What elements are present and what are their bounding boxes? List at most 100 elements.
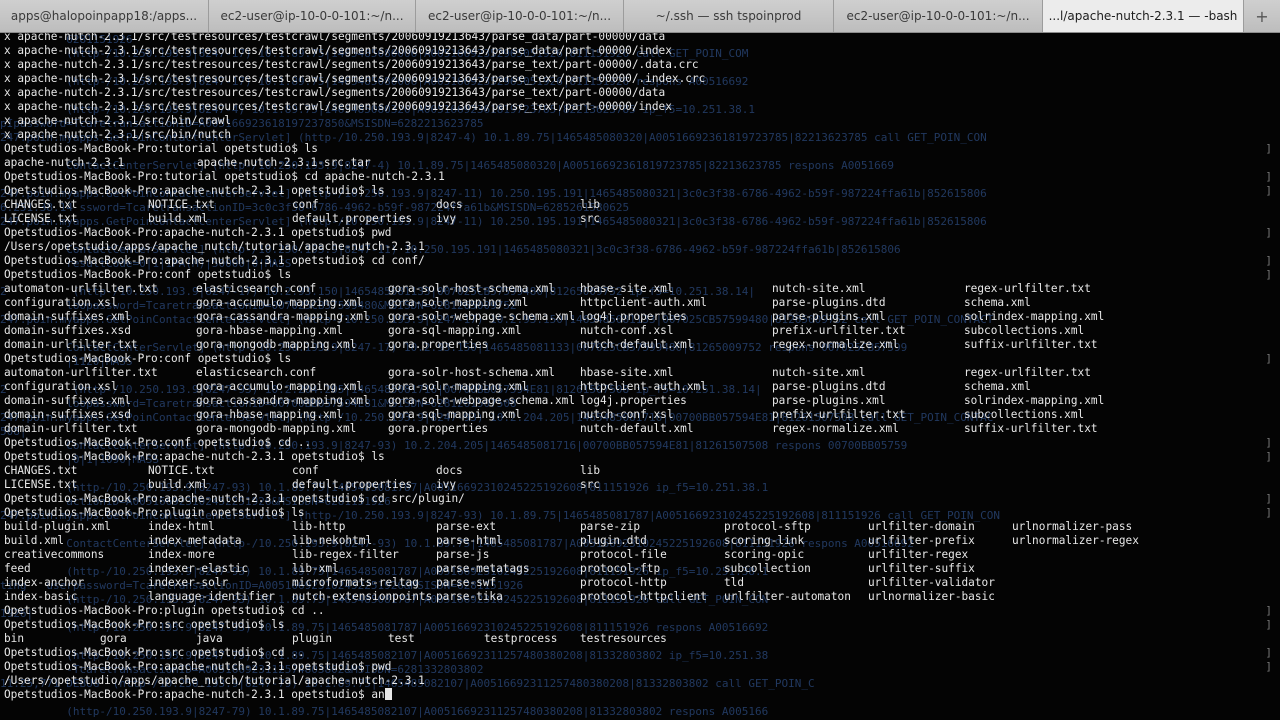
tab-1[interactable]: apps@halopoinpapp18:/apps... bbox=[0, 0, 209, 32]
prompt-line: Opetstudios-MacBook-Pro:conf opetstudio$… bbox=[4, 436, 1278, 450]
file-entry: subcollections.xml bbox=[964, 408, 1085, 421]
text-cursor bbox=[384, 688, 392, 700]
output-line: x apache-nutch-2.3.1/src/testresources/t… bbox=[4, 100, 672, 113]
tab-2[interactable]: ec2-user@ip-10-0-0-101:~/n... bbox=[209, 0, 416, 32]
file-entry: build.xml bbox=[4, 534, 65, 547]
tab-bar: apps@halopoinpapp18:/apps... ec2-user@ip-… bbox=[0, 0, 1280, 33]
file-entry: domain-suffixes.xml bbox=[4, 394, 131, 407]
file-entry: gora-solr-host-schema.xml bbox=[388, 282, 555, 295]
file-entry: NOTICE.txt bbox=[148, 464, 215, 477]
file-entry: urlnormalizer-pass bbox=[1012, 520, 1133, 533]
ls-output-row: LICENSE.txt build.xml default.properties iv… bbox=[4, 478, 1278, 492]
file-entry: gora-accumulo-mapping.xml bbox=[196, 296, 363, 309]
file-entry: protocol-httpclient bbox=[580, 590, 707, 603]
file-entry: solrindex-mapping.xml bbox=[964, 394, 1105, 407]
file-entry: urlfilter-suffix bbox=[868, 562, 975, 575]
file-entry: automaton-urlfilter.txt bbox=[4, 366, 158, 379]
file-entry: lib-http bbox=[292, 520, 346, 533]
prompt-line: Opetstudios-MacBook-Pro:conf opetstudio$… bbox=[4, 268, 1278, 282]
file-entry: docs bbox=[436, 198, 463, 211]
file-entry: urlfilter-validator bbox=[868, 576, 995, 589]
file-entry: domain-suffixes.xml bbox=[4, 310, 131, 323]
file-entry: src bbox=[580, 212, 601, 225]
command-input-line[interactable]: Opetstudios-MacBook-Pro:apache-nutch-2.3… bbox=[4, 688, 1278, 702]
file-entry: elasticsearch.conf bbox=[196, 282, 317, 295]
ls-output-row: LICENSE.txt build.xml default.properties iv… bbox=[4, 212, 1278, 226]
tab-5[interactable]: ec2-user@ip-10-0-0-101:~/n... bbox=[834, 0, 1043, 32]
file-entry: gora-solr-webpage-schema.xml bbox=[388, 394, 576, 407]
file-entry: docs bbox=[436, 464, 463, 477]
line-mark: ] bbox=[1265, 226, 1272, 239]
file-entry: lib bbox=[580, 464, 601, 477]
file-entry: hbase-site.xml bbox=[580, 366, 674, 379]
ls-output-row: creativecommons index-more lib-regex-filte… bbox=[4, 548, 1278, 562]
ls-output-row: configuration.xsl gora-accumulo-mapping.x… bbox=[4, 380, 1278, 394]
prompt-text: Opetstudios-MacBook-Pro:conf opetstudio$… bbox=[4, 436, 312, 449]
line-mark: ] bbox=[1265, 142, 1272, 155]
file-entry: subcollection bbox=[724, 562, 811, 575]
ls-output-row: domain-suffixes.xml gora-cassandra-mappin… bbox=[4, 310, 1278, 324]
ls-output-row: configuration.xsl gora-accumulo-mapping.x… bbox=[4, 296, 1278, 310]
ls-output-row: CHANGES.txt NOTICE.txt conf docs lib bbox=[4, 198, 1278, 212]
ls-output-row: index-basic language-identifier nutch-exte… bbox=[4, 590, 1278, 604]
prompt-line: Opetstudios-MacBook-Pro:plugin opetstudi… bbox=[4, 604, 1278, 618]
file-entry: conf bbox=[292, 198, 319, 211]
file-entry: gora.properties bbox=[388, 422, 489, 435]
ls-output-row: domain-suffixes.xsd gora-hbase-mapping.xm… bbox=[4, 324, 1278, 338]
tab-label: ~/.ssh — ssh tspoinprod bbox=[655, 9, 802, 23]
file-entry: configuration.xsl bbox=[4, 380, 118, 393]
file-entry: conf bbox=[292, 464, 319, 477]
ls-output-row: build-plugin.xml index-html lib-http parse-… bbox=[4, 520, 1278, 534]
new-tab-button[interactable]: + bbox=[1244, 0, 1280, 32]
terminal-output: x apache-nutch-2.3.1/src/testresources/t… bbox=[4, 33, 1278, 702]
output-line: x apache-nutch-2.3.1/src/testresources/t… bbox=[4, 72, 706, 85]
file-entry: CHANGES.txt bbox=[4, 464, 78, 477]
file-entry: parse-metatags bbox=[436, 562, 530, 575]
tab-label: ec2-user@ip-10-0-0-101:~/n... bbox=[220, 9, 404, 23]
file-entry: protocol-file bbox=[580, 548, 667, 561]
file-entry: gora-sql-mapping.xml bbox=[388, 408, 522, 421]
tab-3[interactable]: ec2-user@ip-10-0-0-101:~/n... bbox=[416, 0, 624, 32]
file-entry: prefix-urlfilter.txt bbox=[772, 324, 906, 337]
file-entry: schema.xml bbox=[964, 380, 1031, 393]
prompt-text: Opetstudios-MacBook-Pro:plugin opetstudi… bbox=[4, 506, 305, 519]
prompt-line: Opetstudios-MacBook-Pro:apache-nutch-2.3… bbox=[4, 492, 1278, 506]
file-entry: urlfilter-prefix bbox=[868, 534, 975, 547]
file-entry: regex-urlfilter.txt bbox=[964, 366, 1091, 379]
prompt-line: Opetstudios-MacBook-Pro:conf opetstudio$… bbox=[4, 352, 1278, 366]
file-entry: suffix-urlfilter.txt bbox=[964, 422, 1098, 435]
file-entry: schema.xml bbox=[964, 296, 1031, 309]
file-entry: regex-normalize.xml bbox=[772, 422, 899, 435]
prompt-text: Opetstudios-MacBook-Pro:tutorial opetstu… bbox=[4, 142, 318, 155]
file-entry: httpclient-auth.xml bbox=[580, 296, 707, 309]
command-input[interactable]: Opetstudios-MacBook-Pro:apache-nutch-2.3… bbox=[4, 688, 385, 701]
file-entry: indexer-elastic bbox=[148, 562, 249, 575]
file-entry: build.xml bbox=[148, 212, 209, 225]
prompt-line: Opetstudios-MacBook-Pro:tutorial opetstu… bbox=[4, 170, 1278, 184]
line-mark: ] bbox=[1265, 506, 1272, 519]
tab-label: apps@halopoinpapp18:/apps... bbox=[10, 9, 198, 23]
file-entry: automaton-urlfilter.txt bbox=[4, 282, 158, 295]
file-entry: gora-cassandra-mapping.xml bbox=[196, 310, 370, 323]
prompt-text: Opetstudios-MacBook-Pro:apache-nutch-2.3… bbox=[4, 254, 425, 267]
prompt-line: Opetstudios-MacBook-Pro:tutorial opetstu… bbox=[4, 142, 1278, 156]
output-line: /Users/opetstudio/apps/apache_nutch/tuto… bbox=[4, 674, 425, 687]
file-entry: urlfilter-automaton bbox=[724, 590, 851, 603]
line-mark: ] bbox=[1265, 170, 1272, 183]
file-entry: scoring-opic bbox=[724, 548, 805, 561]
file-entry: hbase-site.xml bbox=[580, 282, 674, 295]
file-entry: nutch-conf.xsl bbox=[580, 324, 674, 337]
file-entry: src bbox=[580, 478, 601, 491]
file-entry: elasticsearch.conf bbox=[196, 366, 317, 379]
file-entry: urlfilter-domain bbox=[868, 520, 975, 533]
file-entry: gora-hbase-mapping.xml bbox=[196, 408, 343, 421]
tab-6[interactable]: ...l/apache-nutch-2.3.1 — -bash bbox=[1043, 0, 1244, 32]
file-entry: nutch-conf.xsl bbox=[580, 408, 674, 421]
ls-output-row: apache-nutch-2.3.1 apache-nutch-2.3.1-src… bbox=[4, 156, 1278, 170]
tab-4[interactable]: ~/.ssh — ssh tspoinprod bbox=[624, 0, 834, 32]
file-entry: parse-plugins.dtd bbox=[772, 296, 886, 309]
ls-output-row: index-anchor indexer-solr microformats-rel… bbox=[4, 576, 1278, 590]
file-entry: lib bbox=[580, 198, 601, 211]
ls-output-row: domain-suffixes.xsd gora-hbase-mapping.xm… bbox=[4, 408, 1278, 422]
terminal-window[interactable]: 6281151926 (http-/10.250.193.9|8247-17) … bbox=[0, 33, 1280, 720]
